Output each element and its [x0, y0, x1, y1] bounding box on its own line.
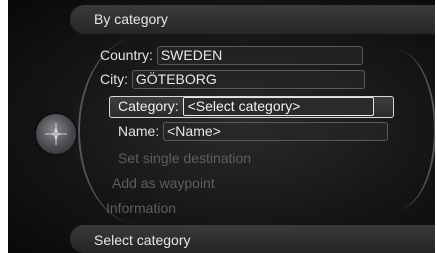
name-label: Name:	[118, 123, 160, 139]
add-waypoint-item[interactable]: Add as waypoint	[112, 175, 215, 191]
country-field[interactable]: SWEDEN	[156, 46, 363, 65]
set-destination-item[interactable]: Set single destination	[118, 150, 251, 166]
country-row[interactable]: Country: SWEDEN	[100, 46, 363, 65]
navigation-knob[interactable]	[36, 114, 76, 154]
city-row[interactable]: City: GÖTEBORG	[100, 70, 365, 89]
information-item[interactable]: Information	[106, 200, 176, 216]
category-field[interactable]: <Select category>	[182, 97, 374, 116]
page-title: By category	[94, 11, 168, 27]
category-label: Category:	[118, 98, 179, 114]
header-bar: By category	[70, 5, 435, 34]
status-text: Select category	[94, 232, 191, 248]
city-label: City:	[100, 71, 128, 87]
category-row[interactable]: Category: <Select category>	[118, 97, 374, 116]
name-row[interactable]: Name: <Name>	[118, 122, 389, 141]
name-field[interactable]: <Name>	[163, 122, 389, 141]
city-field[interactable]: GÖTEBORG	[131, 70, 365, 89]
compass-icon	[45, 123, 67, 145]
nav-screen: By category Country: SWEDEN City: GÖTEBO…	[8, 0, 435, 253]
country-label: Country:	[100, 47, 153, 63]
footer-bar: Select category	[70, 225, 435, 253]
